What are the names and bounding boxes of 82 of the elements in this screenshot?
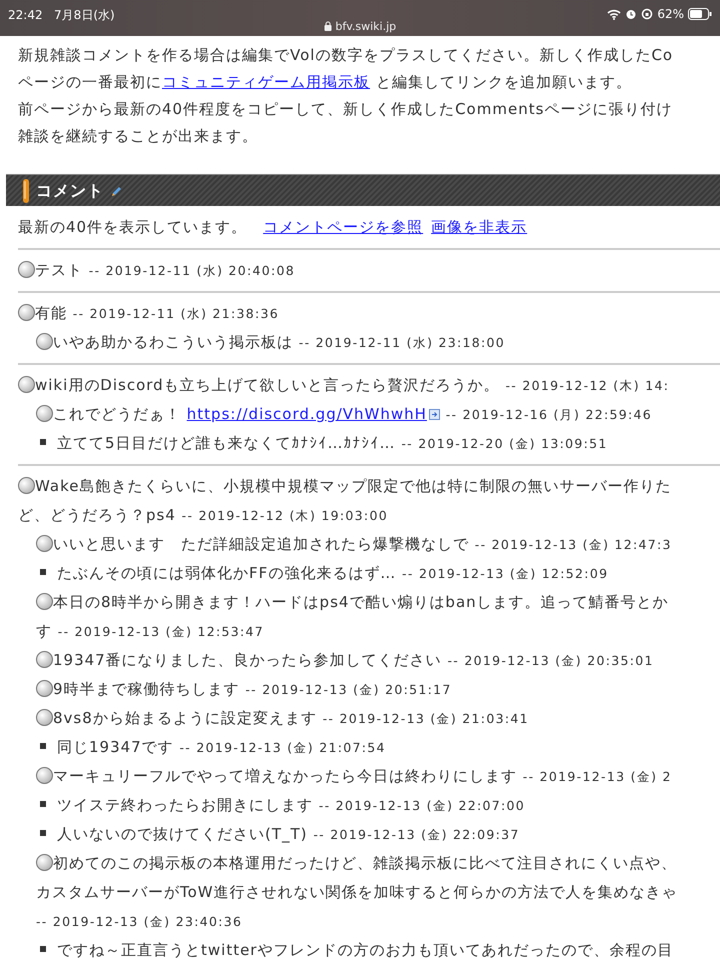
info-text: 最新の40件を表示しています。 [18, 218, 248, 236]
square-bullet-icon [40, 569, 46, 575]
comment-bullet-icon [36, 854, 53, 871]
comment-text: 19347番になりました、良かったら参加してください [53, 651, 442, 669]
comment-text: テスト [35, 261, 83, 279]
comment-date: -- 2019-12-11 (水) 23:18:00 [298, 335, 506, 350]
comment-bullet-icon [18, 304, 35, 321]
comment-date: -- 2019-12-13 (金) 21:03:41 [322, 711, 529, 726]
comment-text: 立てて5日目だけど誰も来なくてｶﾅｼｲ…ｶﾅｼｲ… [57, 434, 396, 452]
comment-text: 初めてのこの掲示板の本格運用だったけど、雑談掲示板に比べて注目されにくい点や、 [53, 854, 677, 872]
battery-percent: 62% [657, 6, 684, 23]
status-date: 7月8日(水) [54, 8, 115, 22]
intro-text: 雑談を継続することが出来ます。 [18, 126, 259, 147]
comment-date: -- 2019-12-12 (木) 14: [505, 378, 670, 393]
comment-text: 9時半まで稼働待ちします [53, 680, 240, 698]
comment-date: -- 2019-12-13 (金) 21:07:54 [180, 740, 386, 755]
section-title: コメント [36, 180, 104, 202]
intro-text: 新規雑談コメントを作る場合は編集でVolの数字をプラスしてください。新しく作成したCo [18, 45, 674, 66]
comment-text: これでどうだぁ！ [53, 405, 181, 423]
comment-text: 8vs8から始まるように設定変えます [53, 709, 317, 727]
comment-text: マーキュリーフルでやって増えなかったら今日は終わりにします [53, 767, 517, 785]
comment-date: -- 2019-12-13 (金) 22:07:00 [318, 798, 526, 813]
comment-date: -- 2019-12-13 (金) 20:35:01 [448, 653, 654, 668]
comment-text: wiki用のDiscordも立ち上げて欲しいと言ったら贅沢だろうか。 [35, 376, 500, 394]
comment-date: -- 2019-12-13 (金) 12:53:47 [58, 624, 264, 639]
comment-date: -- 2019-12-13 (金) 2 [522, 769, 672, 784]
comment-bullet-icon [36, 333, 53, 350]
comment-text: ツイステ終わったらお開きにします [57, 796, 313, 814]
comment-bullet-icon [36, 651, 53, 668]
comment-date: -- 2019-12-11 (水) 21:38:36 [72, 306, 280, 321]
intro-text: ページの一番最初に [18, 73, 162, 91]
comment-date: -- 2019-12-13 (金) 20:51:17 [245, 682, 452, 697]
page-url[interactable]: bfv.swiki.jp [335, 20, 396, 33]
comment-text: たぶんその頃には弱体化かFFの強化来るはず… [57, 564, 396, 582]
comment-bullet-icon [36, 535, 53, 552]
battery-icon [688, 8, 712, 20]
comment-date: -- 2019-12-13 (金) 23:40:36 [36, 914, 242, 929]
intro-text: と編集してリンクを追加願います。 [374, 73, 632, 91]
square-bullet-icon [40, 743, 46, 749]
comment-link[interactable]: コメントページを参照 [263, 218, 424, 236]
external-link-icon [428, 409, 440, 420]
intro-text: 前ページから最新の40件程度をコピーして、新しく作成したCommentsページに張り付け [18, 99, 674, 120]
comment-text: ど、どうだろう？ps4 [18, 506, 176, 524]
comment-bullet-icon [18, 376, 35, 393]
comment-bullet-icon [36, 709, 53, 726]
wifi-icon [607, 8, 622, 20]
comment-date: -- 2019-12-20 (金) 13:09:51 [401, 436, 608, 451]
comment-text: 同じ19347です [57, 738, 174, 756]
comment-text: 人いないので抜けてください(T_T) [57, 825, 308, 843]
comment-text: 有能 [35, 304, 67, 322]
comment-text: す [36, 622, 52, 640]
alarm-icon [625, 8, 638, 20]
comment-date: -- 2019-12-16 (月) 22:59:46 [446, 407, 652, 422]
comment-bullet-icon [36, 405, 53, 422]
wiki-link[interactable]: コミュニティゲーム用掲示板 [162, 73, 370, 91]
comment-link[interactable]: 画像を非表示 [431, 218, 528, 236]
comment-bullet-icon [36, 680, 53, 697]
section-marker-icon [22, 178, 30, 202]
comment-text: カスタムサーバーがToW進行させれない関係を加味すると何らかの方法で人を集めなきゃ [36, 883, 678, 901]
edit-pencil-icon[interactable] [110, 184, 122, 196]
square-bullet-icon [40, 439, 46, 445]
comment-date: -- 2019-12-12 (木) 19:03:00 [182, 508, 388, 523]
comment-text: いやあ助かるわこういう掲示板は [53, 333, 293, 351]
comment-bullet-icon [36, 593, 53, 610]
comment-text: Wake島飽きたくらいに、小規模中規模マップ限定で他は特に制限の無いサーバー作りた [35, 477, 672, 495]
comment-bullet-icon [36, 767, 53, 784]
comment-bullet-icon [18, 261, 35, 278]
comment-text: いいと思います ただ詳細設定追加されたら爆撃機なしで [53, 535, 469, 553]
comment-bullet-icon [18, 477, 35, 494]
comment-date: -- 2019-12-13 (金) 12:47:3 [474, 537, 672, 552]
comment-text: ですね～正直言うとtwitterやフレンドの方のお力も頂いてあれだったので、余程の目 [57, 941, 674, 959]
square-bullet-icon [40, 946, 46, 952]
comment-date: -- 2019-12-13 (金) 12:52:09 [402, 566, 608, 581]
external-link[interactable]: https://discord.gg/VhWhwhH [186, 405, 427, 423]
square-bullet-icon [40, 801, 46, 807]
comment-date: -- 2019-12-13 (金) 22:09:37 [313, 827, 520, 842]
comment-date: -- 2019-12-11 (水) 20:40:08 [88, 263, 296, 278]
clock-time: 22:42 [8, 8, 43, 22]
square-bullet-icon [40, 830, 46, 836]
comment-text: 本日の8時半から開きます！ハードはps4で酷い煽りはbanします。追って鯖番号とか [53, 593, 669, 611]
lock-icon [324, 21, 332, 31]
rotation-lock-icon [641, 8, 654, 20]
